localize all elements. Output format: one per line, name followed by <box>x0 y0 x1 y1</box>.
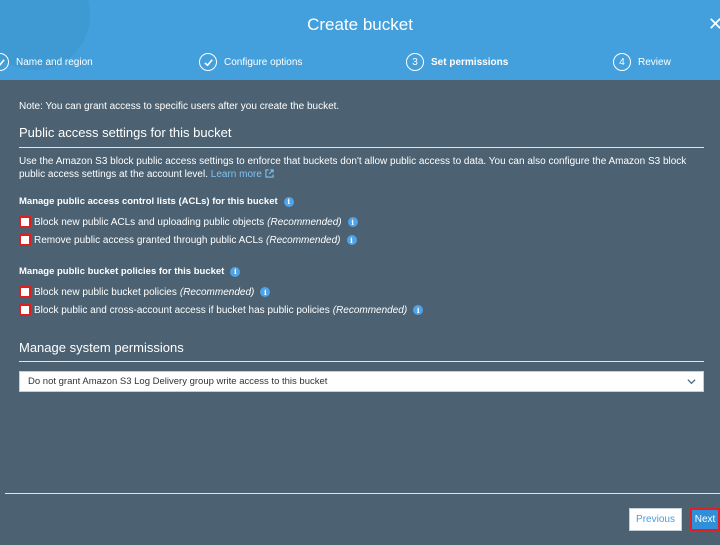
footer-divider <box>5 493 720 494</box>
checkbox-row-remove-public-acls: Remove public access granted through pub… <box>19 234 357 246</box>
previous-button[interactable]: Previous <box>629 508 682 531</box>
learn-more-link[interactable]: Learn more <box>211 169 274 180</box>
info-icon[interactable]: i <box>347 217 358 227</box>
step-number: 3 <box>406 53 424 71</box>
checkbox-row-block-cross-account: Block public and cross-account access if… <box>19 304 424 316</box>
step-configure-options[interactable]: Configure options <box>199 52 302 72</box>
checkbox-row-block-new-acls: Block new public ACLs and uploading publ… <box>19 216 358 228</box>
system-permissions-title: Manage system permissions <box>19 340 184 355</box>
step-name-and-region[interactable]: Name and region <box>0 52 93 72</box>
external-link-icon <box>265 169 274 178</box>
permissions-note: Note: You can grant access to specific u… <box>19 101 340 112</box>
next-button[interactable]: Next <box>690 508 720 531</box>
description-text: Use the Amazon S3 block public access se… <box>19 156 687 180</box>
step-set-permissions[interactable]: 3 Set permissions <box>406 52 508 72</box>
acl-group-heading: Manage public access control lists (ACLs… <box>19 196 294 207</box>
recommended-tag: (Recommended) <box>266 234 341 246</box>
checkbox-remove-public-acls[interactable] <box>19 234 31 246</box>
select-value: Do not grant Amazon S3 Log Delivery grou… <box>28 376 328 387</box>
checkbox-label: Remove public access granted through pub… <box>34 234 264 246</box>
checkbox-label: Block new public bucket policies <box>34 286 177 298</box>
step-number: 4 <box>613 53 631 71</box>
info-icon[interactable]: i <box>230 266 241 277</box>
section-divider <box>19 361 704 362</box>
info-icon[interactable]: i <box>283 196 294 207</box>
log-delivery-select[interactable]: Do not grant Amazon S3 Log Delivery grou… <box>19 371 704 392</box>
recommended-tag: (Recommended) <box>332 304 408 316</box>
step-review[interactable]: 4 Review <box>613 52 671 72</box>
checkbox-block-new-policies[interactable] <box>19 286 31 298</box>
close-icon[interactable]: ✕ <box>708 14 720 35</box>
acl-heading-text: Manage public access control lists (ACLs… <box>19 196 278 207</box>
checkbox-block-new-acls[interactable] <box>19 216 31 228</box>
policy-group-heading: Manage public bucket policies for this b… <box>19 266 241 277</box>
step-label: Name and region <box>16 56 93 68</box>
recommended-tag: (Recommended) <box>267 216 342 228</box>
section-divider <box>19 147 704 148</box>
step-label: Review <box>638 56 671 68</box>
check-icon <box>199 53 217 71</box>
public-access-title: Public access settings for this bucket <box>19 125 232 140</box>
policy-heading-text: Manage public bucket policies for this b… <box>19 266 225 277</box>
chevron-down-icon <box>687 379 696 385</box>
recommended-tag: (Recommended) <box>179 286 255 298</box>
info-icon[interactable]: i <box>413 305 424 315</box>
check-icon <box>0 53 9 71</box>
info-icon[interactable]: i <box>346 235 357 245</box>
info-icon[interactable]: i <box>260 287 271 297</box>
checkbox-block-cross-account[interactable] <box>19 304 31 316</box>
public-access-description: Use the Amazon S3 block public access se… <box>19 155 704 181</box>
step-label: Set permissions <box>431 56 509 68</box>
page-title: Create bucket <box>307 15 413 34</box>
checkbox-row-block-new-policies: Block new public bucket policies (Recomm… <box>19 286 271 298</box>
wizard-header: Create bucket ✕ Name and region Configur… <box>0 0 720 80</box>
checkbox-label: Block public and cross-account access if… <box>34 304 330 316</box>
checkbox-label: Block new public ACLs and uploading publ… <box>34 216 265 228</box>
step-label: Configure options <box>224 56 303 68</box>
